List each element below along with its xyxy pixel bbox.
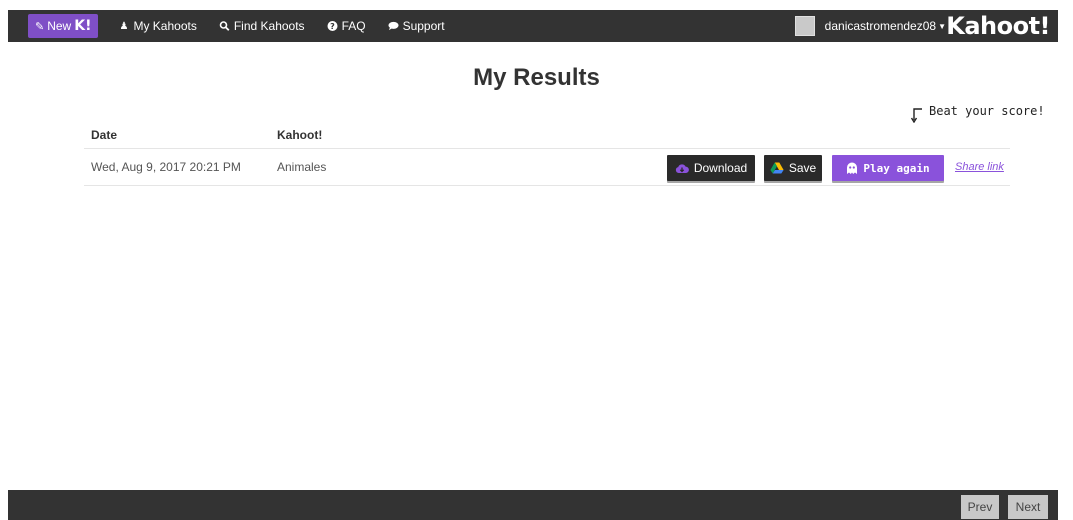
download-label: Download bbox=[693, 161, 748, 175]
play-again-label: Play again bbox=[863, 161, 930, 175]
avatar bbox=[794, 16, 815, 36]
nav-support[interactable]: Support bbox=[388, 19, 445, 33]
footer-bar: Prev Next bbox=[8, 490, 1058, 520]
question-icon: ? bbox=[327, 21, 338, 31]
table-row: Wed, Aug 9, 2017 20:21 PM Animales Downl… bbox=[84, 149, 1010, 186]
google-drive-icon bbox=[770, 162, 784, 174]
share-link[interactable]: Share link bbox=[955, 161, 1004, 173]
prev-button[interactable]: Prev bbox=[961, 495, 999, 519]
download-button[interactable]: Download bbox=[667, 155, 755, 181]
header-date: Date bbox=[91, 128, 118, 142]
next-button[interactable]: Next bbox=[1008, 495, 1048, 519]
header-kahoot: Kahoot! bbox=[277, 128, 323, 142]
new-k-label: K! bbox=[74, 18, 92, 34]
nav-my-kahoots[interactable]: ♟ My Kahoots bbox=[118, 19, 196, 33]
user-menu[interactable]: danicastromendez08 ▼ bbox=[794, 10, 946, 42]
nav-find-kahoots[interactable]: Find Kahoots bbox=[219, 19, 305, 33]
play-again-button[interactable]: Play again bbox=[832, 155, 944, 181]
nav-support-label: Support bbox=[402, 19, 445, 33]
user-icon: ♟ bbox=[119, 20, 129, 32]
nav-faq-label: FAQ bbox=[341, 19, 366, 33]
search-icon bbox=[219, 21, 230, 31]
table-header: Date Kahoot! bbox=[84, 118, 1010, 149]
row-date: Wed, Aug 9, 2017 20:21 PM bbox=[91, 160, 241, 174]
svg-text:?: ? bbox=[330, 22, 335, 31]
ghost-icon bbox=[847, 162, 858, 174]
beat-score-text: Beat your score! bbox=[929, 104, 1045, 118]
nav-links: ♟ My Kahoots Find Kahoots ? FAQ Support bbox=[118, 19, 444, 33]
kahoot-logo: Kahoot! bbox=[946, 12, 1050, 40]
save-label: Save bbox=[788, 161, 817, 175]
edit-icon: ✎ bbox=[35, 20, 45, 33]
nav-faq[interactable]: ? FAQ bbox=[327, 19, 366, 33]
results-table: Date Kahoot! Wed, Aug 9, 2017 20:21 PM A… bbox=[84, 118, 1010, 186]
top-navbar: ✎ New K! ♟ My Kahoots Find Kahoots ? FAQ… bbox=[8, 10, 1058, 42]
caret-down-icon: ▼ bbox=[938, 21, 946, 31]
save-to-drive-button[interactable]: Save bbox=[764, 155, 822, 181]
row-kahoot-name: Animales bbox=[277, 160, 327, 174]
username: danicastromendez08 bbox=[824, 19, 937, 33]
cloud-download-icon bbox=[675, 163, 689, 173]
chat-bubble-icon bbox=[388, 21, 399, 31]
nav-my-kahoots-label: My Kahoots bbox=[133, 19, 197, 33]
nav-find-kahoots-label: Find Kahoots bbox=[233, 19, 305, 33]
page-title: My Results bbox=[473, 64, 600, 91]
new-label: New bbox=[47, 19, 72, 33]
new-kahoot-button[interactable]: ✎ New K! bbox=[28, 14, 99, 38]
